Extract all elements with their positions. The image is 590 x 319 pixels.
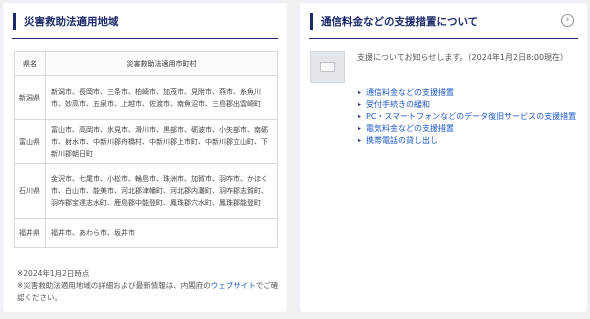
prefecture-cell: 福井県 — [14, 218, 46, 248]
link-label: 電気料金などの支援措置 — [366, 124, 454, 133]
bullet-triangle-icon: ▸ — [358, 101, 362, 108]
support-measures-title: 通信料金などの支援措置について — [321, 16, 479, 28]
header-accent-bar — [310, 13, 313, 30]
table-header-row: 県名 災害救助法適用市町村 — [14, 51, 278, 76]
table-header-municipalities: 災害救助法適用市町村 — [45, 51, 278, 76]
bullet-triangle-icon: ▸ — [358, 89, 362, 96]
table-row: 福井県 福井市、あわら市、坂井市 — [14, 218, 278, 248]
prefecture-cell: 新潟県 — [14, 75, 46, 120]
municipalities-cell: 福井市、あわら市、坂井市 — [45, 218, 278, 248]
note-details: ※災害救助法適用地域の詳細および最新情報は、内閣府のウェブサイトでご確認ください… — [17, 280, 283, 304]
link-label: 通信料金などの支援措置 — [366, 88, 454, 97]
prefecture-cell: 石川県 — [14, 163, 46, 219]
cabinet-office-website-link[interactable]: ウェブサイト — [211, 281, 256, 290]
bullet-triangle-icon: ▸ — [358, 113, 362, 120]
municipalities-cell: 金沢市、七尾市、小松市、輪島市、珠洲市、加賀市、羽咋市、かほく市、白山市、能美市… — [45, 163, 278, 219]
disaster-areas-header: 災害救助法適用地域 — [12, 11, 278, 39]
support-measures-card: 通信料金などの支援措置について › 支援についてお知らせします。（2024年1月… — [300, 3, 587, 312]
bullet-triangle-icon: ▸ — [358, 125, 362, 132]
bullet-triangle-icon: ▸ — [358, 137, 362, 144]
link-label: PC・スマートフォンなどのデータ復旧サービスの支援措置 — [366, 112, 577, 121]
municipalities-cell: 新潟市、長岡市、三条市、柏崎市、加茂市、見附市、燕市、糸魚川市、妙高市、五泉市、… — [45, 75, 278, 120]
support-link-data-recovery[interactable]: ▸ PC・スマートフォンなどのデータ復旧サービスの支援措置 — [358, 111, 582, 123]
table-row: 石川県 金沢市、七尾市、小松市、輪島市、珠洲市、加賀市、羽咋市、かほく市、白山市… — [14, 163, 278, 219]
table-row: 新潟県 新潟市、長岡市、三条市、柏崎市、加茂市、見附市、燕市、糸魚川市、妙高市、… — [14, 75, 278, 120]
header-accent-bar — [13, 13, 16, 30]
support-links-list: ▸ 通信料金などの支援措置 ▸ 受付手続きの緩和 ▸ PC・スマートフォンなどのデータ… — [358, 87, 582, 147]
support-link-phone-rental[interactable]: ▸ 携帯電話の貸し出し — [358, 135, 582, 147]
disaster-areas-table: 県名 災害救助法適用市町村 新潟県 新潟市、長岡市、三条市、柏崎市、加茂市、見附… — [14, 51, 278, 248]
notice-thumbnail-image — [310, 51, 345, 83]
link-label: 受付手続きの緩和 — [366, 100, 430, 109]
support-link-telecom-fees[interactable]: ▸ 通信料金などの支援措置 — [358, 87, 582, 99]
disaster-areas-title: 災害救助法適用地域 — [24, 16, 119, 28]
support-measures-header[interactable]: 通信料金などの支援措置について › — [309, 11, 578, 39]
chevron-right-icon[interactable]: › — [561, 14, 574, 27]
note-prefix: ※災害救助法適用地域の詳細および最新情報は、内閣府の — [17, 281, 211, 290]
image-placeholder-icon — [320, 62, 335, 72]
support-info-text: 支援についてお知らせします。（2024年1月2日8:00現在） — [357, 53, 569, 62]
support-link-procedure-relaxation[interactable]: ▸ 受付手続きの緩和 — [358, 99, 582, 111]
link-label: 携帯電話の貸し出し — [366, 136, 438, 145]
table-row: 富山県 富山市、高岡市、氷見市、滑川市、黒部市、砺波市、小矢部市、南砺市、射水市… — [14, 119, 278, 164]
disaster-areas-card: 災害救助法適用地域 県名 災害救助法適用市町村 新潟県 新潟市、長岡市、三条市、… — [3, 3, 287, 312]
table-header-prefecture: 県名 — [14, 51, 46, 76]
support-link-electricity-fees[interactable]: ▸ 電気料金などの支援措置 — [358, 123, 582, 135]
prefecture-cell: 富山県 — [14, 119, 46, 164]
municipalities-cell: 富山市、高岡市、氷見市、滑川市、黒部市、砺波市、小矢部市、南砺市、射水市、中新川… — [45, 119, 278, 164]
note-date: ※2024年1月2日時点 — [17, 269, 90, 278]
